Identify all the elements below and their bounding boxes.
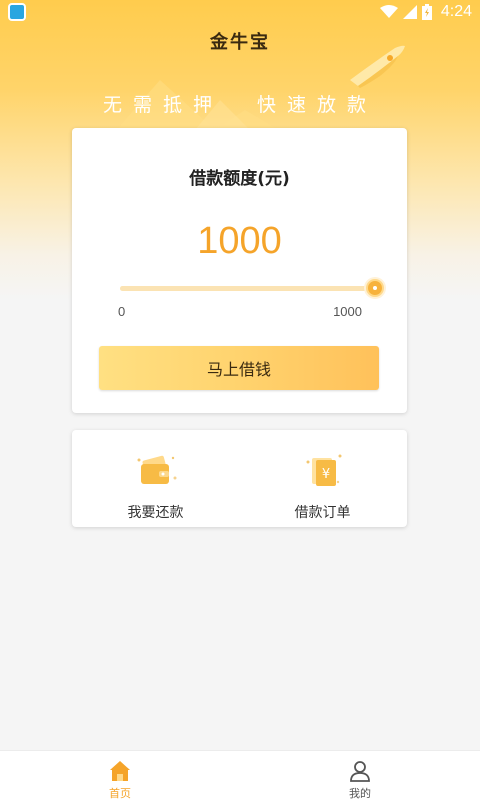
loan-amount-value: 1000 bbox=[197, 220, 282, 262]
loan-orders-label: 借款订单 bbox=[294, 505, 351, 521]
slider-min-label: 0 bbox=[118, 304, 126, 319]
slogan: 无需抵押 快速放款 bbox=[102, 94, 378, 116]
borrow-now-button[interactable]: 马上借钱 bbox=[99, 346, 379, 390]
bottom-navigation: 首页 我的 bbox=[0, 750, 480, 801]
slider-fill bbox=[120, 286, 375, 291]
nav-mine-label: 我的 bbox=[349, 787, 371, 800]
amount-slider[interactable] bbox=[120, 279, 384, 297]
loan-card: 借款额度(元) 1000 0 1000 马上借钱 bbox=[72, 128, 407, 413]
actions-card: 我要还款 ¥ 借款订单 bbox=[72, 430, 407, 527]
yuan-document-icon: ¥ bbox=[306, 454, 342, 486]
status-bar: 4:24 bbox=[0, 0, 480, 24]
slider-thumb[interactable] bbox=[366, 279, 384, 297]
home-icon bbox=[110, 761, 130, 781]
battery-icon bbox=[421, 4, 432, 20]
nav-home[interactable]: 首页 bbox=[0, 751, 240, 801]
loan-orders-action[interactable]: ¥ 借款订单 bbox=[239, 430, 406, 527]
repay-action[interactable]: 我要还款 bbox=[72, 430, 239, 527]
user-icon bbox=[350, 761, 370, 782]
loan-amount-title: 借款额度(元) bbox=[189, 169, 290, 189]
svg-text:¥: ¥ bbox=[322, 467, 330, 482]
slider-max-label: 1000 bbox=[333, 304, 362, 319]
app-notification-icon bbox=[8, 3, 26, 21]
nav-mine[interactable]: 我的 bbox=[240, 751, 480, 801]
repay-label: 我要还款 bbox=[127, 505, 184, 521]
rocket-icon bbox=[340, 45, 405, 90]
wallet-icon bbox=[137, 455, 177, 484]
signal-icon bbox=[402, 5, 417, 19]
status-time: 4:24 bbox=[440, 3, 472, 20]
wifi-icon bbox=[379, 5, 398, 18]
nav-home-label: 首页 bbox=[109, 787, 131, 800]
